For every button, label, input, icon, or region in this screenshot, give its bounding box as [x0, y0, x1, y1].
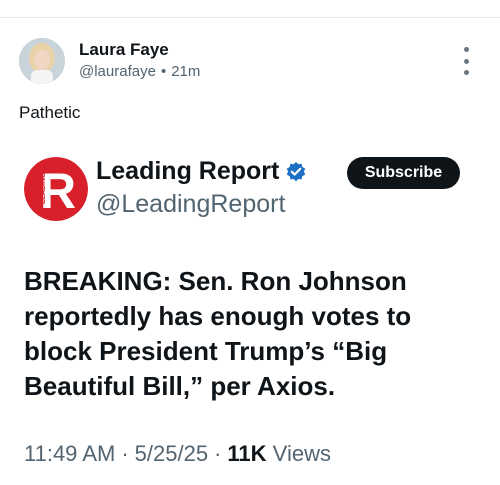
views-label: Views [272, 441, 331, 466]
logo-text: LEADING [40, 172, 47, 204]
author-name[interactable]: Laura Faye [79, 40, 169, 60]
views-count: 11K [227, 441, 267, 466]
verified-badge-icon [287, 161, 306, 181]
embed-name-text[interactable]: Leading Report [96, 157, 279, 186]
embed-time[interactable]: 11:49 AM [24, 441, 115, 466]
footer-separator: · [214, 441, 222, 466]
more-vertical-icon[interactable] [456, 47, 476, 75]
post-time[interactable]: 21m [171, 63, 200, 80]
embed-footer: 11:49 AM · 5/25/25 · 11K Views [24, 441, 331, 467]
embed-author-name[interactable]: Leading Report [96, 157, 307, 186]
leading-report-logo[interactable]: R LEADING [24, 157, 88, 221]
author-meta: @laurafaye • 21m [79, 63, 200, 80]
top-divider [0, 17, 500, 18]
post-text: Pathetic [19, 103, 81, 122]
meta-separator: • [160, 63, 167, 80]
subscribe-button[interactable]: Subscribe [347, 157, 460, 189]
embed-date[interactable]: 5/25/25 [135, 441, 208, 466]
footer-separator: · [121, 441, 129, 466]
embed-body-text: BREAKING: Sen. Ron Johnson reportedly ha… [24, 266, 412, 401]
author-handle[interactable]: @laurafaye [79, 63, 156, 80]
embed-author-handle[interactable]: @LeadingReport [96, 190, 285, 219]
avatar[interactable] [19, 38, 65, 84]
